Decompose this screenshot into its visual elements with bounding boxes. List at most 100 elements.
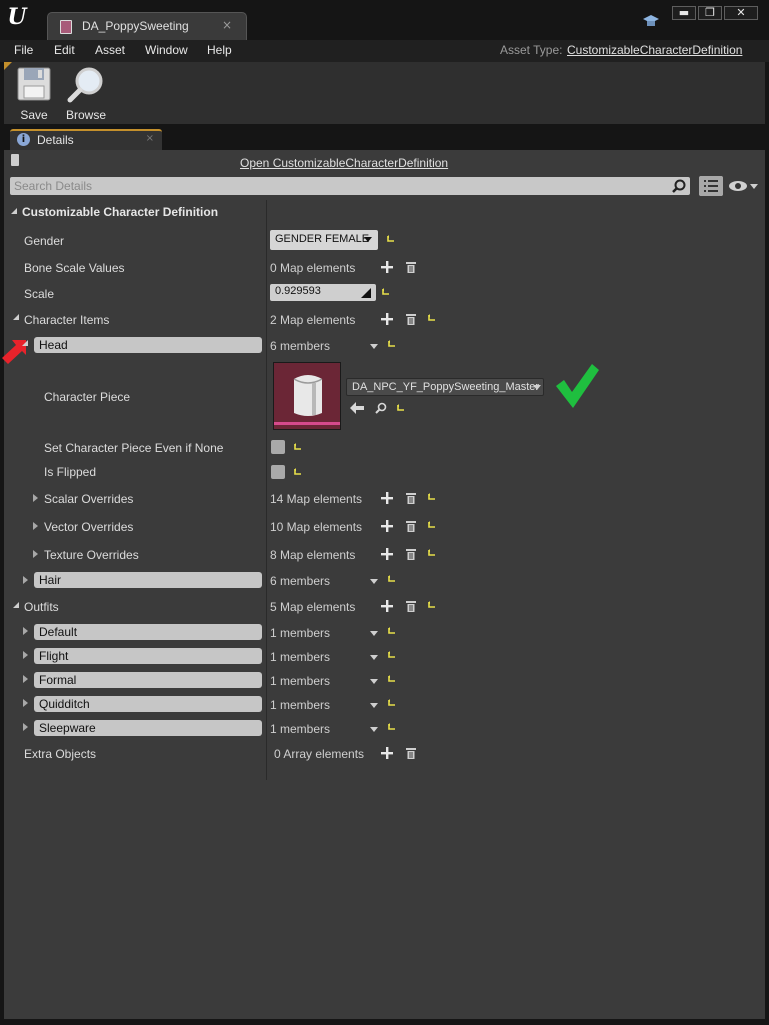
reset-to-default-icon[interactable]	[428, 314, 436, 322]
search-input[interactable]	[14, 178, 654, 193]
scalar-overrides-label: Scalar Overrides	[44, 492, 134, 506]
add-element-icon[interactable]	[381, 313, 393, 325]
reset-to-default-icon[interactable]	[428, 521, 436, 529]
expand-arrow-icon[interactable]	[23, 699, 28, 707]
maximize-button[interactable]: ❐	[698, 6, 722, 20]
asset-picker-dropdown[interactable]: DA_NPC_YF_PoppySweeting_Master	[346, 378, 544, 396]
eye-icon[interactable]	[728, 178, 760, 194]
expand-arrow-icon[interactable]	[23, 627, 28, 635]
reset-to-default-icon[interactable]	[387, 235, 395, 243]
menu-asset[interactable]: Asset	[95, 43, 125, 57]
reset-to-default-icon[interactable]	[428, 493, 436, 501]
close-details-icon[interactable]: ×	[146, 133, 154, 144]
reset-to-default-icon[interactable]	[388, 627, 396, 635]
use-selected-arrow-icon[interactable]	[350, 402, 364, 414]
add-element-icon[interactable]	[381, 548, 393, 560]
outfit-key[interactable]: Flight	[34, 648, 262, 664]
scale-input[interactable]: 0.929593	[270, 284, 376, 301]
scale-value: 0.929593	[275, 285, 321, 297]
set-piece-checkbox[interactable]	[271, 440, 285, 454]
asset-type-link[interactable]: CustomizableCharacterDefinition	[567, 43, 742, 57]
add-element-icon[interactable]	[381, 261, 393, 273]
expand-arrow-icon[interactable]	[23, 675, 28, 683]
details-tab[interactable]: i Details ×	[10, 129, 162, 150]
minimize-button[interactable]: ▬	[672, 6, 696, 20]
open-definition-link[interactable]: Open CustomizableCharacterDefinition	[240, 156, 448, 170]
expand-arrow-icon[interactable]	[33, 522, 38, 530]
green-checkmark-annotation	[556, 364, 599, 408]
dropdown-arrow-icon[interactable]	[370, 344, 378, 349]
head-key[interactable]: Head	[34, 337, 262, 353]
outfit-key[interactable]: Quidditch	[34, 696, 262, 712]
reset-to-default-icon[interactable]	[388, 575, 396, 583]
view-options-icon[interactable]	[699, 176, 723, 196]
reset-to-default-icon[interactable]	[382, 288, 390, 296]
delete-icon[interactable]	[405, 520, 417, 532]
reset-to-default-icon[interactable]	[428, 601, 436, 609]
add-element-icon[interactable]	[381, 600, 393, 612]
reset-to-default-icon[interactable]	[388, 723, 396, 731]
reset-to-default-icon[interactable]	[388, 699, 396, 707]
reset-to-default-icon[interactable]	[388, 651, 396, 659]
dropdown-arrow-icon[interactable]	[370, 579, 378, 584]
reset-to-default-icon[interactable]	[388, 340, 396, 348]
document-tab[interactable]: DA_PoppySweeting ×	[47, 12, 247, 40]
is-flipped-checkbox[interactable]	[271, 465, 285, 479]
category-title: Customizable Character Definition	[22, 205, 219, 219]
save-button[interactable]: Save	[12, 66, 56, 122]
menu-window[interactable]: Window	[145, 43, 188, 57]
delete-icon[interactable]	[405, 600, 417, 612]
browse-button[interactable]: Browse	[64, 66, 108, 122]
reset-to-default-icon[interactable]	[388, 675, 396, 683]
reset-to-default-icon[interactable]	[397, 404, 405, 412]
close-tab-icon[interactable]: ×	[222, 18, 232, 32]
lock-icon[interactable]	[11, 154, 19, 166]
delete-icon[interactable]	[405, 492, 417, 504]
delete-icon[interactable]	[405, 747, 417, 759]
expand-arrow-icon[interactable]	[23, 576, 28, 584]
delete-icon[interactable]	[405, 261, 417, 273]
expand-arrow-icon[interactable]	[33, 494, 38, 502]
add-element-icon[interactable]	[381, 520, 393, 532]
category-header[interactable]: Customizable Character Definition	[4, 200, 765, 226]
collapse-arrow-icon[interactable]	[11, 208, 17, 214]
property-row-gender: Gender GENDER FEMALE	[4, 226, 765, 254]
reset-to-default-icon[interactable]	[428, 549, 436, 557]
search-icon[interactable]	[672, 179, 686, 193]
drag-slider-icon[interactable]	[361, 288, 371, 298]
add-element-icon[interactable]	[381, 747, 393, 759]
outfit-key-label: Flight	[39, 649, 69, 663]
graduation-cap-icon[interactable]	[643, 14, 659, 28]
dropdown-arrow-icon[interactable]	[370, 679, 378, 684]
outfit-key[interactable]: Sleepware	[34, 720, 262, 736]
outfit-key[interactable]: Formal	[34, 672, 262, 688]
menu-help[interactable]: Help	[207, 43, 232, 57]
outfit-key[interactable]: Default	[34, 624, 262, 640]
dropdown-arrow-icon[interactable]	[370, 631, 378, 636]
add-element-icon[interactable]	[381, 492, 393, 504]
expand-arrow-icon[interactable]	[23, 723, 28, 731]
details-tab-strip: i Details ×	[4, 124, 765, 150]
dropdown-arrow-icon[interactable]	[370, 655, 378, 660]
collapse-arrow-icon[interactable]	[22, 340, 28, 346]
delete-icon[interactable]	[405, 313, 417, 325]
delete-icon[interactable]	[405, 548, 417, 560]
expand-arrow-icon[interactable]	[33, 550, 38, 558]
expand-arrow-icon[interactable]	[23, 651, 28, 659]
menu-edit[interactable]: Edit	[54, 43, 75, 57]
magnifier-icon	[67, 67, 103, 103]
property-row-set-piece: Set Character Piece Even if None	[4, 434, 765, 460]
reset-to-default-icon[interactable]	[294, 443, 302, 451]
hair-key[interactable]: Hair	[34, 572, 262, 588]
asset-thumbnail[interactable]	[273, 362, 341, 430]
menu-file[interactable]: File	[14, 43, 33, 57]
browse-asset-icon[interactable]	[375, 402, 387, 414]
dropdown-arrow-icon	[364, 237, 372, 242]
collapse-arrow-icon[interactable]	[13, 602, 19, 608]
gender-dropdown[interactable]: GENDER FEMALE	[270, 230, 378, 250]
dropdown-arrow-icon[interactable]	[370, 727, 378, 732]
collapse-arrow-icon[interactable]	[13, 314, 19, 320]
reset-to-default-icon[interactable]	[294, 468, 302, 476]
close-window-button[interactable]: ✕	[724, 6, 758, 20]
dropdown-arrow-icon[interactable]	[370, 703, 378, 708]
